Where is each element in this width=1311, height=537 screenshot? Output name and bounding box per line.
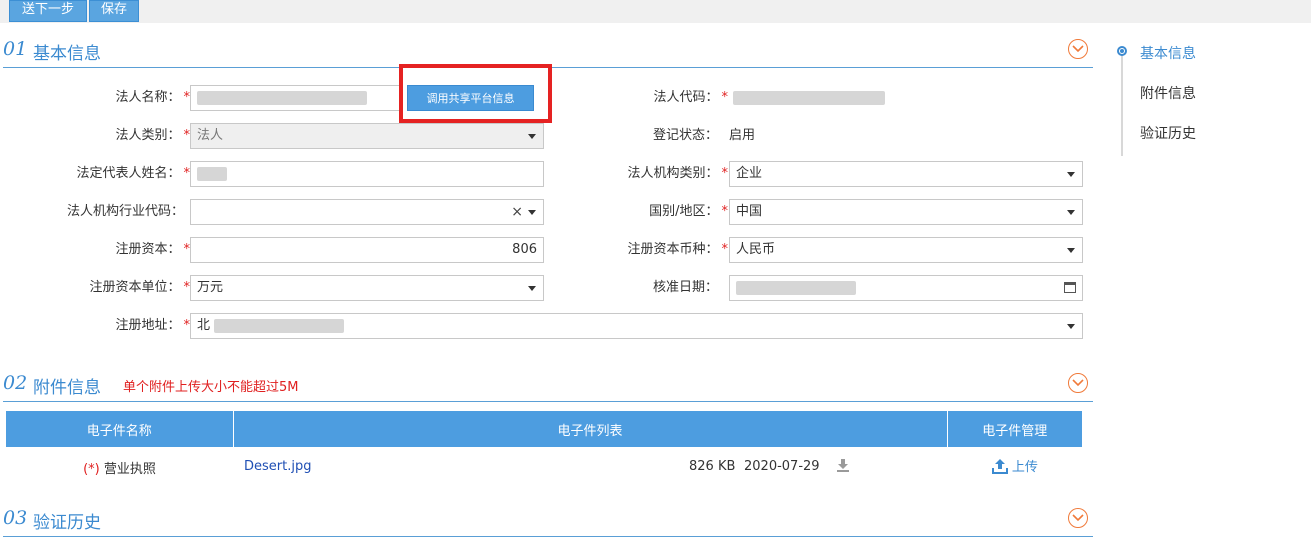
collapse-icon[interactable]	[1068, 508, 1088, 528]
file-size: 826 KB	[689, 459, 736, 474]
country-value: 中国	[736, 204, 763, 219]
redacted-value	[736, 280, 856, 295]
nav-item-history[interactable]: 验证历史	[1140, 123, 1196, 143]
nav-item-basic[interactable]: 基本信息	[1140, 43, 1196, 63]
nav-line	[1121, 52, 1123, 156]
address-value: 北	[197, 318, 211, 333]
file-date: 2020-07-29	[744, 459, 820, 474]
chevron-down-icon	[1067, 172, 1075, 177]
industry-code-label: 法人机构行业代码：	[66, 204, 184, 219]
clear-icon[interactable]: ×	[511, 200, 523, 224]
approve-date-label: 核准日期：	[652, 280, 718, 295]
capital-unit-value: 万元	[197, 280, 224, 295]
reg-status-value: 启用	[729, 128, 756, 143]
currency-label: 注册资本币种： *	[627, 242, 728, 257]
attachment-name: 营业执照	[103, 461, 156, 477]
legal-code-label: 法人代码： *	[653, 90, 728, 105]
legal-name-label: 法人名称： *	[115, 90, 190, 105]
currency-value: 人民币	[736, 242, 776, 257]
legal-type-select[interactable]: 法人	[190, 123, 544, 149]
industry-code-select[interactable]: ×	[190, 199, 544, 225]
section-number: 03	[3, 507, 28, 529]
chevron-down-icon	[1067, 324, 1075, 329]
redacted-value	[214, 318, 345, 333]
collapse-icon[interactable]	[1068, 39, 1088, 59]
currency-select[interactable]: 人民币	[729, 237, 1083, 263]
file-list-cell: Desert.jpg 826 KB 2020-07-29	[233, 447, 947, 487]
send-next-button[interactable]: 送下一步	[9, 0, 87, 22]
section-title: 验证历史	[33, 513, 101, 533]
nav-item-attach[interactable]: 附件信息	[1140, 83, 1196, 103]
toolbar: 送下一步 保存	[0, 0, 1311, 23]
chevron-down-icon	[1067, 210, 1075, 215]
section-history-header: 03 验证历史	[3, 507, 1093, 537]
section-nav: 基本信息 附件信息 验证历史	[1111, 40, 1301, 160]
reg-status-label: 登记状态：	[652, 128, 718, 143]
org-type-label: 法人机构类别： *	[627, 166, 728, 181]
attachment-name-cell: (*) 营业执照	[6, 447, 233, 487]
file-link[interactable]: Desert.jpg	[244, 459, 311, 474]
rep-name-label: 法定代表人姓名： *	[76, 166, 190, 181]
column-header: 电子件名称	[6, 411, 234, 447]
approve-date-input[interactable]	[729, 275, 1083, 301]
capital-label: 注册资本： *	[115, 242, 190, 257]
calendar-icon[interactable]	[1064, 282, 1076, 293]
country-select[interactable]: 中国	[729, 199, 1083, 225]
upload-size-note: 单个附件上传大小不能超过5M	[123, 380, 299, 395]
required-mark: (*)	[83, 461, 100, 477]
attachments-table: 电子件名称 电子件列表 电子件管理 (*) 营业执照 Desert.jpg 82…	[6, 411, 1083, 487]
legal-name-input[interactable]	[190, 85, 402, 111]
country-label: 国别/地区： *	[649, 204, 728, 219]
rep-name-input[interactable]	[190, 161, 544, 187]
section-number: 01	[3, 38, 28, 60]
active-dot-icon	[1117, 46, 1127, 56]
legal-code-value	[733, 85, 885, 111]
collapse-icon[interactable]	[1068, 373, 1088, 393]
legal-type-label: 法人类别： *	[115, 128, 190, 143]
column-header: 电子件列表	[233, 411, 948, 447]
table-row: (*) 营业执照 Desert.jpg 826 KB 2020-07-29 上传	[6, 447, 1083, 487]
chevron-down-icon	[528, 210, 536, 215]
upload-link[interactable]: 上传	[1012, 460, 1038, 475]
section-title: 基本信息	[33, 44, 101, 64]
highlight-box	[399, 64, 552, 123]
chevron-down-icon	[528, 134, 536, 139]
chevron-down-icon	[528, 286, 536, 291]
section-attach-header: 02 附件信息 单个附件上传大小不能超过5M	[3, 372, 1093, 402]
section-number: 02	[3, 372, 28, 394]
chevron-down-icon	[1067, 248, 1075, 253]
download-icon[interactable]	[836, 458, 850, 476]
org-type-select[interactable]: 企业	[729, 161, 1083, 187]
capital-input[interactable]: 806	[190, 237, 544, 263]
org-type-value: 企业	[736, 166, 763, 181]
redacted-value	[197, 166, 227, 181]
capital-unit-select[interactable]: 万元	[190, 275, 544, 301]
upload-icon[interactable]	[991, 458, 1008, 478]
address-select[interactable]: 北	[190, 313, 1083, 339]
capital-unit-label: 注册资本单位： *	[89, 280, 190, 295]
address-label: 注册地址： *	[115, 318, 190, 333]
redacted-value	[733, 90, 885, 105]
section-title: 附件信息	[33, 378, 101, 398]
column-header: 电子件管理	[947, 411, 1083, 447]
save-button[interactable]: 保存	[89, 0, 139, 22]
redacted-value	[197, 90, 367, 105]
manage-cell: 上传	[947, 447, 1083, 487]
legal-type-value: 法人	[197, 128, 224, 143]
